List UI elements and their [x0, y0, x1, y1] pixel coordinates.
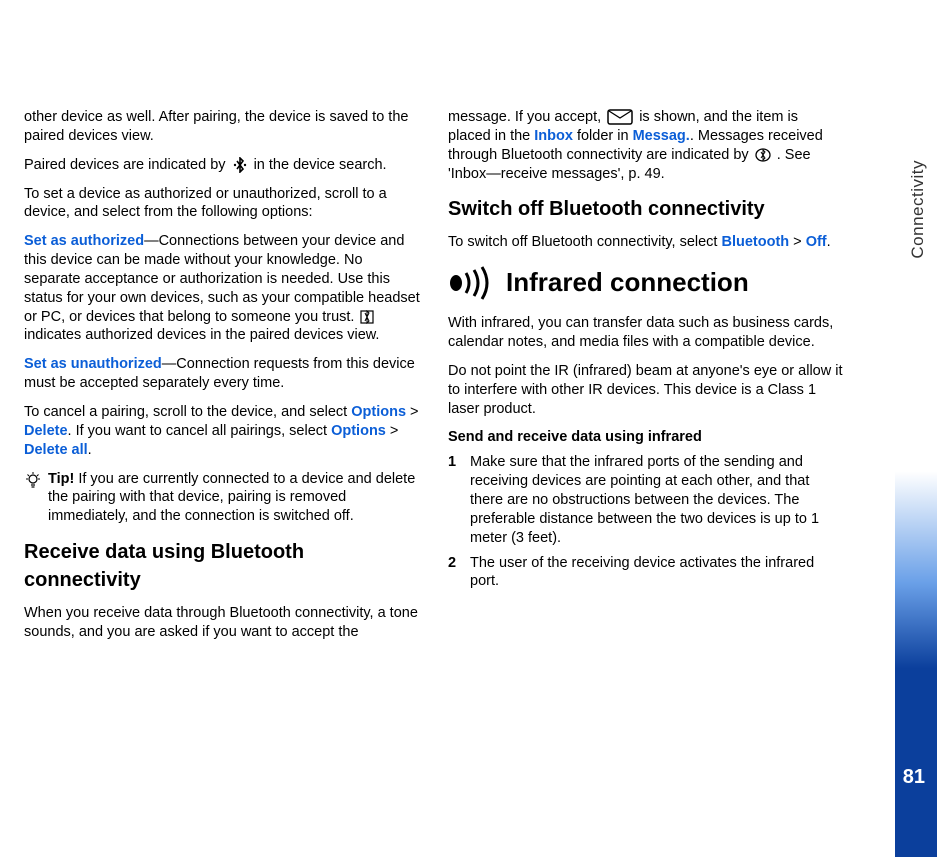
paragraph: Set as unauthorized—Connection requests … [24, 355, 420, 393]
link-messaging: Messag. [633, 128, 690, 144]
step-text: The user of the receiving device activat… [470, 554, 844, 592]
text: If you are currently connected to a devi… [48, 471, 415, 525]
step-text: Make sure that the infrared ports of the… [470, 453, 844, 547]
menu-option: Bluetooth [722, 234, 790, 250]
link-inbox: Inbox [534, 128, 573, 144]
paragraph: When you receive data through Bluetooth … [24, 604, 420, 642]
column-right: message. If you accept, is shown, and th… [448, 108, 844, 652]
text: To switch off Bluetooth connectivity, se… [448, 234, 722, 250]
option-label: Set as authorized [24, 233, 144, 249]
text: Paired devices are indicated by [24, 157, 230, 173]
bluetooth-paired-icon [232, 157, 248, 173]
text: > [789, 234, 806, 250]
column-left: other device as well. After pairing, the… [24, 108, 420, 652]
infrared-heading-row: Infrared connection [448, 266, 844, 300]
tip-lightbulb-icon [24, 472, 42, 490]
heading-infrared-connection: Infrared connection [506, 266, 749, 300]
menu-option: Options [331, 423, 386, 439]
paragraph: With infrared, you can transfer data suc… [448, 314, 844, 352]
steps-list: Make sure that the infrared ports of the… [448, 453, 844, 591]
text: . [827, 234, 831, 250]
paragraph: other device as well. After pairing, the… [24, 108, 420, 146]
paragraph: Do not point the IR (infrared) beam at a… [448, 362, 844, 419]
text: message. If you accept, [448, 109, 605, 125]
content-columns: other device as well. After pairing, the… [24, 108, 844, 652]
paragraph: To cancel a pairing, scroll to the devic… [24, 403, 420, 460]
text: > [406, 404, 419, 420]
step-item: The user of the receiving device activat… [448, 554, 844, 592]
text: > [386, 423, 399, 439]
text: To cancel a pairing, scroll to the devic… [24, 404, 351, 420]
menu-option: Off [806, 234, 827, 250]
message-envelope-icon [607, 109, 633, 125]
page-number: 81 [903, 764, 925, 790]
option-label: Set as unauthorized [24, 356, 162, 372]
section-name-vertical: Connectivity [907, 160, 929, 259]
authorized-device-icon [360, 310, 374, 324]
paragraph: To switch off Bluetooth connectivity, se… [448, 233, 844, 252]
menu-option: Options [351, 404, 406, 420]
tip-label: Tip! [48, 471, 74, 487]
paragraph: message. If you accept, is shown, and th… [448, 108, 844, 183]
text: indicates authorized devices in the pair… [24, 327, 379, 343]
paragraph: Set as authorized—Connections between yo… [24, 232, 420, 345]
text: folder in [573, 128, 633, 144]
subheading: Send and receive data using infrared [448, 428, 844, 447]
text: . If you want to cancel all pairings, se… [68, 423, 332, 439]
document-page: Connectivity 81 other device as well. Af… [0, 0, 937, 857]
sidebar-tab [895, 0, 937, 857]
step-item: Make sure that the infrared ports of the… [448, 453, 844, 547]
infrared-icon [448, 266, 494, 300]
heading-receive-bluetooth: Receive data using Bluetooth connectivit… [24, 538, 420, 594]
paragraph: Paired devices are indicated by in the d… [24, 156, 420, 175]
heading-switch-off-bluetooth: Switch off Bluetooth connectivity [448, 195, 844, 223]
menu-option: Delete all [24, 442, 88, 458]
tip-block: Tip! If you are currently connected to a… [24, 470, 420, 527]
menu-option: Delete [24, 423, 68, 439]
tip-text: Tip! If you are currently connected to a… [48, 470, 420, 527]
bluetooth-message-icon [755, 148, 771, 162]
text: in the device search. [254, 157, 387, 173]
paragraph: To set a device as authorized or unautho… [24, 185, 420, 223]
text: . [88, 442, 92, 458]
